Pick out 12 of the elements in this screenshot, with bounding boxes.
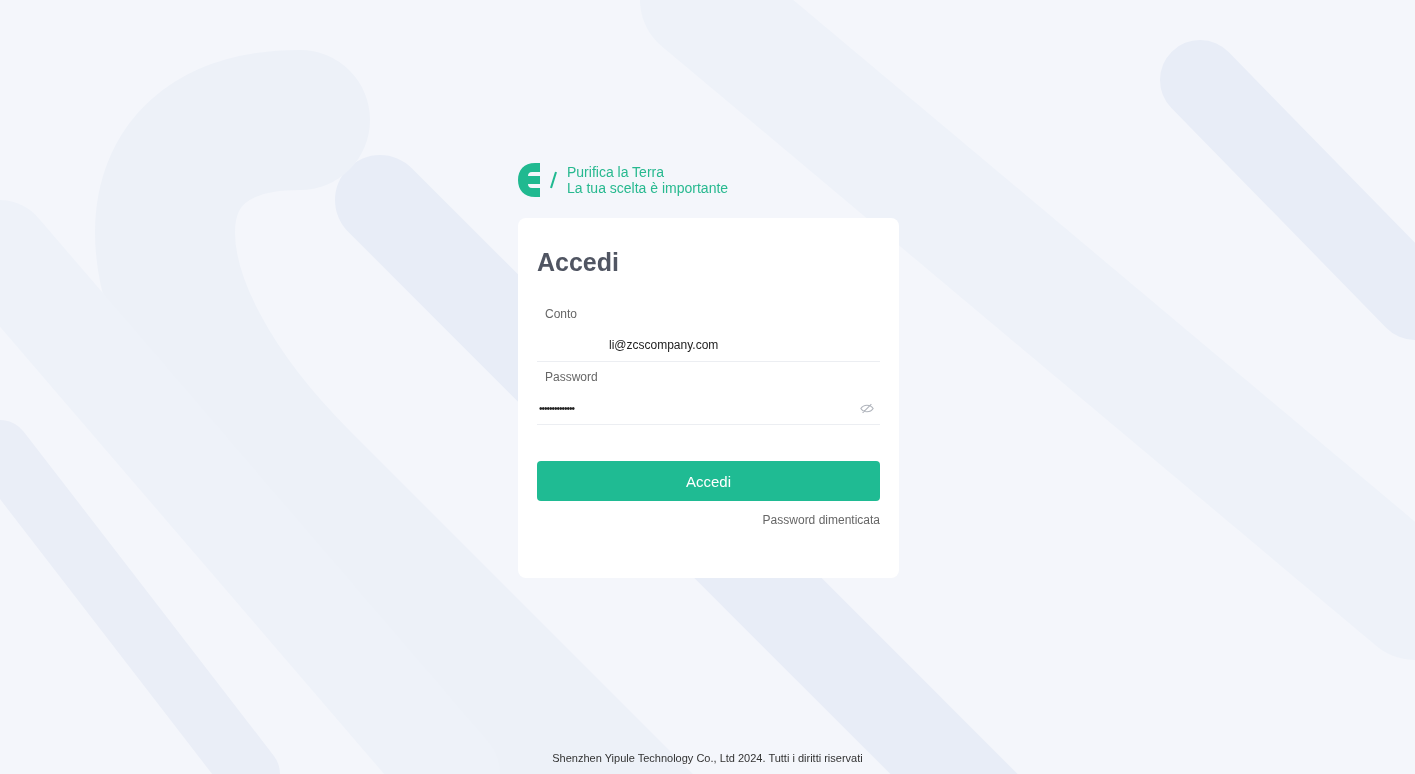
e-logo-icon [518, 163, 540, 197]
forgot-password-link[interactable]: Password dimenticata [762, 513, 880, 527]
password-field[interactable]: •••••••••••••• [537, 392, 860, 424]
login-title: Accedi [537, 248, 620, 277]
brand-subtitle: La tua scelta è importante [567, 180, 729, 196]
account-field[interactable]: li@zcscompany.com [537, 329, 880, 361]
field-label: Conto [544, 307, 579, 321]
field-label: Password [544, 370, 599, 384]
copyright-text: Shenzhen Yipule Technology Co., Ltd 2024. Tutti i diritti riservati [552, 752, 863, 764]
slash-divider [550, 171, 557, 189]
brand-slogan: Purifica la Terra [567, 164, 665, 180]
eye-hidden-icon[interactable] [860, 402, 874, 414]
